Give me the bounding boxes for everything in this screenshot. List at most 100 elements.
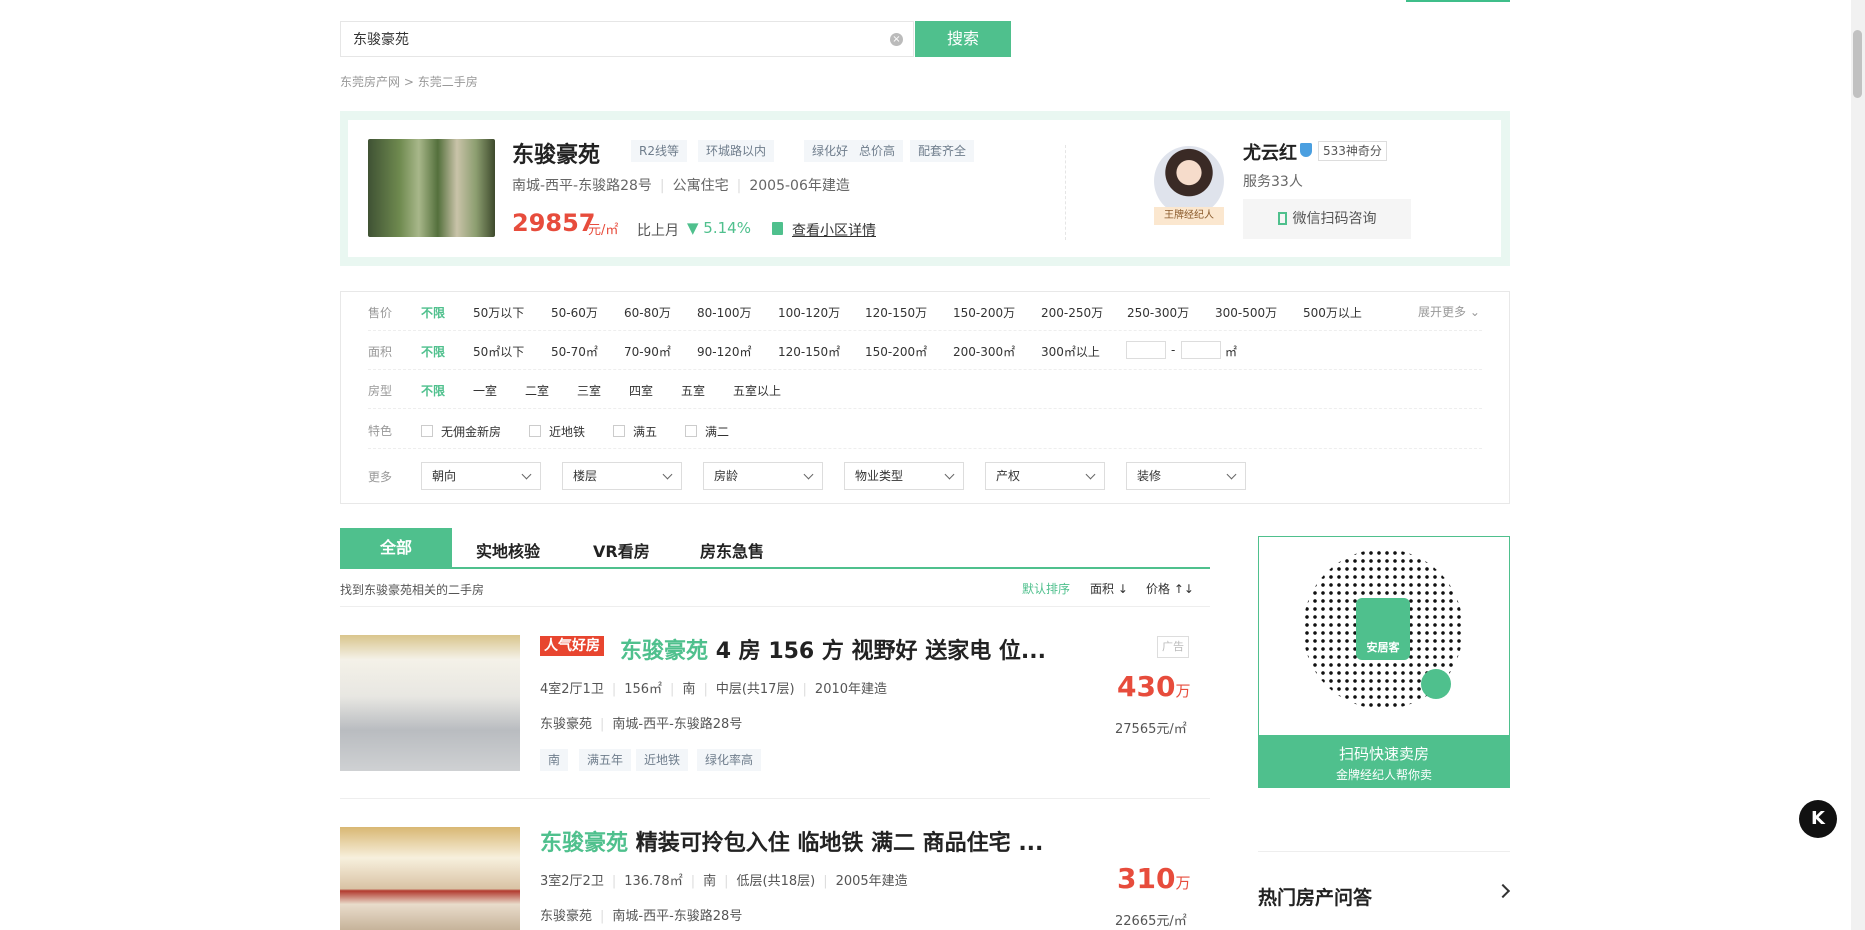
tab-vr[interactable]: VR看房	[593, 538, 650, 562]
qr-banner[interactable]: 扫码快速卖房 金牌经纪人帮你卖	[1258, 735, 1510, 788]
room-option[interactable]: 四室	[629, 382, 653, 399]
tab-urgent[interactable]: 房东急售	[700, 538, 764, 562]
price-option[interactable]: 80-100万	[697, 304, 752, 321]
price-option[interactable]: 不限	[421, 304, 445, 321]
price-option[interactable]: 200-250万	[1041, 304, 1103, 321]
search-button[interactable]: 搜索	[915, 21, 1011, 57]
location-community[interactable]: 东骏豪苑	[540, 909, 592, 924]
area-option[interactable]: 不限	[421, 343, 445, 360]
price-option[interactable]: 120-150万	[865, 304, 927, 321]
location-community[interactable]: 东骏豪苑	[540, 717, 592, 732]
sort-arrow-icon: ↓	[1117, 582, 1128, 596]
wechat-consult-label: 微信扫码咨询	[1292, 211, 1377, 227]
phone-icon	[1277, 212, 1287, 225]
sort-price-label: 价格	[1146, 582, 1171, 596]
clear-icon[interactable]: ×	[890, 33, 903, 46]
room-option[interactable]: 二室	[525, 382, 549, 399]
listing-title[interactable]: 东骏豪苑 精装可拎包入住 临地铁 满二 商品住宅 ...	[540, 825, 1043, 857]
dropdown-decoration[interactable]: 装修	[1126, 462, 1246, 490]
anjuke-logo: 安居客	[1356, 598, 1410, 660]
community-tag: 绿化好	[804, 140, 857, 162]
area-option[interactable]: 300㎡以上	[1041, 343, 1100, 360]
area-option[interactable]: 120-150㎡	[778, 343, 840, 360]
floating-assistant-button[interactable]: K	[1799, 800, 1837, 838]
sort-area-label: 面积	[1090, 582, 1115, 596]
price-option[interactable]: 50-60万	[551, 304, 598, 321]
area-option[interactable]: 90-120㎡	[697, 343, 752, 360]
room-option[interactable]: 三室	[577, 382, 601, 399]
meta-layout: 3室2厅2卫	[540, 874, 604, 889]
price-option[interactable]: 60-80万	[624, 304, 671, 321]
tabs-underline	[340, 567, 1210, 569]
scrollbar-thumb[interactable]	[1853, 30, 1862, 98]
community-photo[interactable]	[368, 139, 495, 237]
filter-divider	[368, 408, 1482, 409]
wechat-consult-button[interactable]: 微信扫码咨询	[1243, 199, 1411, 239]
room-option[interactable]: 不限	[421, 382, 445, 399]
area-option[interactable]: 150-200㎡	[865, 343, 927, 360]
area-option[interactable]: 50㎡以下	[473, 343, 524, 360]
ad-badge: 广告	[1157, 636, 1189, 658]
listing-photo[interactable]	[340, 827, 520, 930]
dropdown-age[interactable]: 房龄	[703, 462, 823, 490]
sort-default[interactable]: 默认排序	[1022, 580, 1070, 597]
feature-checkbox[interactable]	[529, 425, 541, 437]
price-option[interactable]: 150-200万	[953, 304, 1015, 321]
hot-qa-title[interactable]: 热门房产问答	[1258, 883, 1372, 910]
agent-badge: 王牌经纪人	[1154, 207, 1224, 225]
agent-name[interactable]: 尤云红	[1243, 139, 1297, 165]
area-option[interactable]: 70-90㎡	[624, 343, 671, 360]
listing-price: 310万	[1117, 862, 1190, 895]
price-trend: ▼ 5.14%	[687, 219, 751, 237]
area-max-input[interactable]	[1181, 341, 1221, 359]
compare-label: 比上月	[637, 223, 679, 239]
shield-icon	[1300, 143, 1312, 157]
dropdown-orientation[interactable]: 朝向	[421, 462, 541, 490]
tab-all[interactable]: 全部	[340, 528, 452, 567]
card-divider	[1065, 145, 1066, 240]
price-option[interactable]: 250-300万	[1127, 304, 1189, 321]
agent-avatar[interactable]	[1154, 146, 1224, 216]
dropdown-ownership[interactable]: 产权	[985, 462, 1105, 490]
expand-more[interactable]: 展开更多 ⌄	[1418, 303, 1480, 320]
listing-photo[interactable]	[340, 635, 520, 771]
expand-more-label: 展开更多	[1418, 305, 1467, 319]
price-option[interactable]: 100-120万	[778, 304, 840, 321]
feature-checkbox[interactable]	[685, 425, 697, 437]
area-min-input[interactable]	[1126, 341, 1166, 359]
breadcrumb-current[interactable]: 东莞二手房	[418, 75, 478, 89]
breadcrumb-home[interactable]: 东莞房产网	[340, 75, 400, 89]
room-option[interactable]: 五室	[681, 382, 705, 399]
area-option[interactable]: 50-70㎡	[551, 343, 598, 360]
dropdown-property-type[interactable]: 物业类型	[844, 462, 964, 490]
price-option[interactable]: 300-500万	[1215, 304, 1277, 321]
community-tag: 总价高	[851, 140, 904, 162]
sort-area[interactable]: 面积 ↓	[1090, 580, 1128, 597]
price-option[interactable]: 50万以下	[473, 304, 524, 321]
search-input[interactable]: 东骏豪苑	[340, 21, 914, 57]
feature-label: 近地铁	[549, 425, 586, 439]
scrollbar[interactable]	[1851, 0, 1865, 930]
tab-verified[interactable]: 实地核验	[476, 538, 540, 562]
sort-price[interactable]: 价格 ↑↓	[1146, 580, 1194, 597]
area-option[interactable]: 200-300㎡	[953, 343, 1015, 360]
breadcrumb: 东莞房产网 > 东莞二手房	[340, 73, 478, 90]
room-option[interactable]: 一室	[473, 382, 497, 399]
dropdown-floor[interactable]: 楼层	[562, 462, 682, 490]
room-option[interactable]: 五室以上	[733, 382, 781, 399]
chevron-down-icon	[944, 469, 955, 480]
filter-label-more: 更多	[368, 470, 393, 484]
filter-divider	[368, 369, 1482, 370]
listing-title[interactable]: 东骏豪苑 4 房 156 方 视野好 送家电 位...	[620, 633, 1046, 665]
feature-checkbox[interactable]	[421, 425, 433, 437]
listing-tag: 南	[540, 749, 569, 771]
community-detail-link[interactable]: 查看小区详情	[792, 220, 876, 240]
listing-title-highlight: 东骏豪苑	[620, 639, 709, 664]
price-option[interactable]: 500万以上	[1303, 304, 1362, 321]
chevron-right-icon[interactable]	[1495, 883, 1511, 899]
meta-area: 136.78㎡	[624, 874, 683, 889]
feature-checkbox[interactable]	[613, 425, 625, 437]
list-divider	[340, 798, 1210, 799]
dropdown-label: 朝向	[432, 469, 457, 483]
filter-label-feature: 特色	[368, 424, 393, 438]
